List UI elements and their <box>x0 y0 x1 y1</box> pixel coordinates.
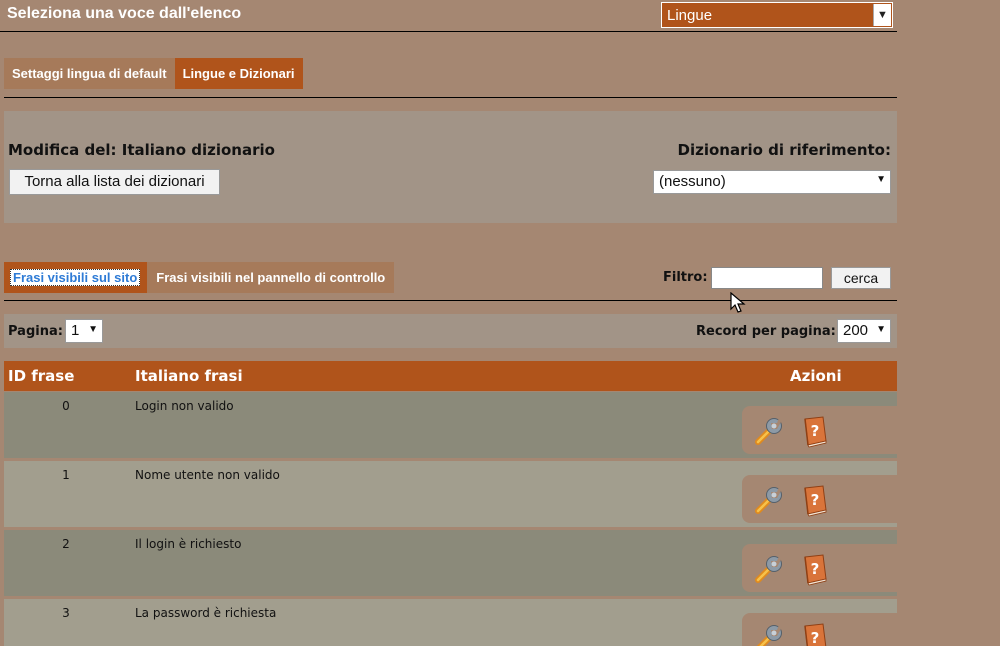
phrase-tabs: Frasi visibili sul sito Frasi visibili n… <box>4 262 395 293</box>
column-header-id: ID frase <box>8 367 75 385</box>
row-phrase: La password è richiesta <box>135 606 277 620</box>
reference-dictionary-select[interactable]: (nessuno) ▼ <box>653 170 891 194</box>
wrench-icon[interactable] <box>752 414 786 448</box>
row-id: 0 <box>62 399 70 413</box>
page-label: Pagina: <box>8 324 63 339</box>
svg-text:?: ? <box>811 422 820 440</box>
svg-text:?: ? <box>811 491 820 509</box>
tab-site-phrases-label: Frasi visibili sul sito <box>10 269 141 286</box>
row-phrase: Il login è richiesto <box>135 537 242 551</box>
column-header-actions: Azioni <box>790 367 842 385</box>
page-select[interactable]: 1 ▼ <box>65 319 103 343</box>
page-select-value: 1 <box>71 322 80 339</box>
svg-text:?: ? <box>811 560 820 578</box>
wrench-icon[interactable] <box>752 552 786 586</box>
chevron-down-icon: ▼ <box>876 174 886 185</box>
dictionary-title: Modifica del: Italiano dizionario <box>8 141 275 159</box>
table-row: 0 Login non valido ? <box>4 392 897 458</box>
chevron-down-icon: ▼ <box>88 324 98 335</box>
help-book-icon[interactable]: ? <box>798 483 832 517</box>
row-phrase: Nome utente non valido <box>135 468 280 482</box>
table-row: 2 Il login è richiesto ? <box>4 530 897 596</box>
help-book-icon[interactable]: ? <box>798 414 832 448</box>
dictionary-panel: Modifica del: Italiano dizionario Torna … <box>4 111 897 223</box>
divider <box>4 97 897 98</box>
records-per-page-value: 200 <box>843 322 869 339</box>
top-tabs: Settaggi lingua di default Lingue e Dizi… <box>4 58 303 89</box>
chevron-down-icon[interactable]: ▼ <box>873 4 891 26</box>
svg-text:?: ? <box>811 629 820 646</box>
row-actions: ? <box>742 613 897 646</box>
row-actions: ? <box>742 406 897 454</box>
row-actions: ? <box>742 475 897 523</box>
row-id: 3 <box>62 606 70 620</box>
divider <box>4 300 897 301</box>
records-per-page-select[interactable]: 200 ▼ <box>837 319 891 343</box>
app: Seleziona una voce dall'elenco Lingue ▼ … <box>0 0 1000 646</box>
header-bar: Seleziona una voce dall'elenco Lingue ▼ <box>0 0 897 32</box>
table-row: 3 La password è richiesta ? <box>4 599 897 646</box>
filter-label: Filtro: <box>663 270 708 285</box>
search-button[interactable]: cerca <box>831 267 891 289</box>
tab-control-panel-phrases[interactable]: Frasi visibili nel pannello di controllo <box>147 262 395 293</box>
help-book-icon[interactable]: ? <box>798 621 832 646</box>
reference-dictionary-value: (nessuno) <box>659 173 726 190</box>
chevron-down-icon: ▼ <box>876 324 886 335</box>
row-phrase: Login non valido <box>135 399 234 413</box>
records-per-page-label: Record per pagina: <box>696 324 836 339</box>
section-select[interactable]: Lingue ▼ <box>661 2 893 28</box>
row-id: 1 <box>62 468 70 482</box>
back-to-list-button[interactable]: Torna alla lista dei dizionari <box>9 169 220 195</box>
reference-dictionary-label: Dizionario di riferimento: <box>677 141 891 159</box>
wrench-icon[interactable] <box>752 483 786 517</box>
tab-languages-dictionaries[interactable]: Lingue e Dizionari <box>174 58 303 89</box>
table-header: ID frase Italiano frasi Azioni <box>4 361 897 391</box>
table-row: 1 Nome utente non valido ? <box>4 461 897 527</box>
pagination-bar: Pagina: 1 ▼ Record per pagina: 200 ▼ <box>4 314 897 348</box>
help-book-icon[interactable]: ? <box>798 552 832 586</box>
row-id: 2 <box>62 537 70 551</box>
wrench-icon[interactable] <box>752 621 786 646</box>
mouse-cursor-icon <box>730 292 746 313</box>
tab-default-language[interactable]: Settaggi lingua di default <box>4 58 175 89</box>
header-title: Seleziona una voce dall'elenco <box>7 5 242 22</box>
main-panel: Seleziona una voce dall'elenco Lingue ▼ … <box>0 0 897 646</box>
filter-input[interactable] <box>711 267 823 289</box>
row-actions: ? <box>742 544 897 592</box>
tab-site-phrases[interactable]: Frasi visibili sul sito <box>4 262 148 293</box>
section-select-value: Lingue <box>667 7 713 24</box>
column-header-phrase: Italiano frasi <box>135 367 243 385</box>
